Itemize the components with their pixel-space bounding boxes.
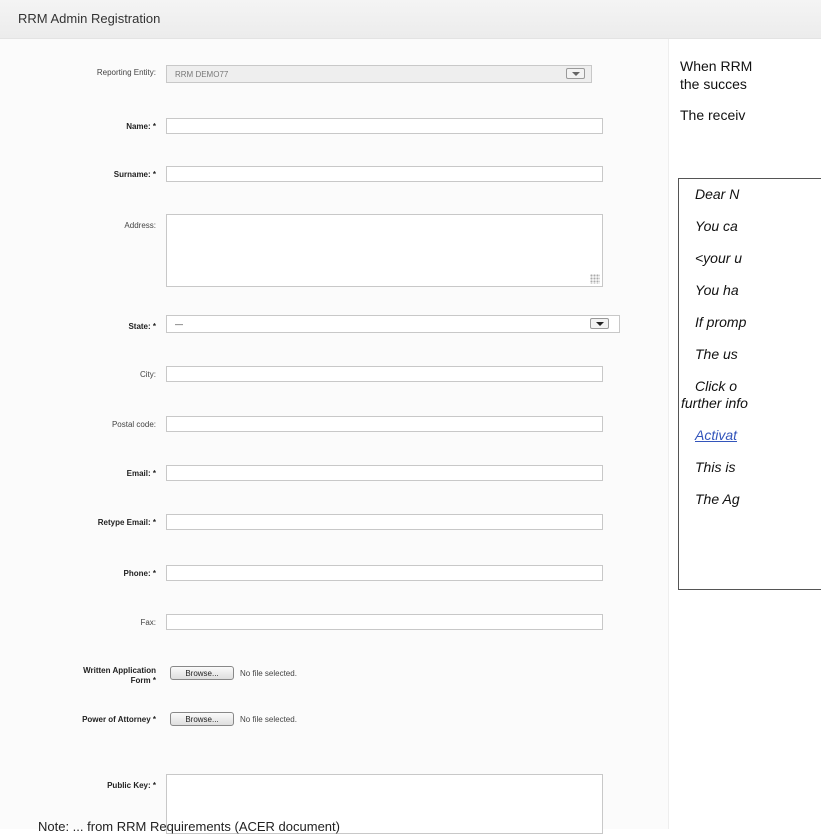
- email-line: further info: [681, 395, 748, 411]
- doc-intro-line1: When RRM: [680, 58, 753, 74]
- phone-input[interactable]: [166, 565, 603, 581]
- email-line: If promp: [695, 314, 747, 330]
- surname-label: Surname: *: [113, 170, 156, 179]
- phone-label: Phone: *: [123, 569, 156, 578]
- written-application-label: Written Application Form *: [8, 666, 156, 686]
- page-title: RRM Admin Registration: [18, 11, 161, 26]
- state-label: State: *: [128, 322, 156, 331]
- address-label: Address:: [124, 221, 156, 230]
- chevron-down-icon[interactable]: [590, 318, 609, 329]
- retype-email-input[interactable]: [166, 514, 603, 530]
- address-textarea[interactable]: [166, 214, 603, 287]
- email-line: The Ag: [695, 491, 740, 507]
- email-line: Click o: [695, 378, 738, 394]
- power-of-attorney-label: Power of Attorney *: [82, 715, 156, 724]
- state-value: —: [175, 320, 183, 329]
- bottom-note: Note: ... from RRM Requirements (ACER do…: [38, 819, 340, 834]
- email-line: You ha: [695, 282, 739, 298]
- surname-input[interactable]: [166, 166, 603, 182]
- city-input[interactable]: [166, 366, 603, 382]
- fax-label: Fax:: [140, 618, 156, 627]
- name-input[interactable]: [166, 118, 603, 134]
- power-of-attorney-file-status: No file selected.: [240, 715, 297, 724]
- doc-received-line: The receiv: [680, 107, 746, 123]
- email-label: Email: *: [126, 469, 156, 478]
- email-template-box: Dear N You ca <your u You ha If promp Th…: [678, 178, 821, 590]
- form-header: RRM Admin Registration: [0, 0, 821, 39]
- email-line: You ca: [695, 218, 738, 234]
- postal-code-input[interactable]: [166, 416, 603, 432]
- retype-email-label: Retype Email: *: [97, 518, 156, 527]
- reporting-entity-label: Reporting Entity:: [96, 68, 156, 77]
- postal-code-label: Postal code:: [111, 420, 156, 429]
- public-key-label: Public Key: *: [107, 781, 156, 790]
- reporting-entity-select: RRM DEMO77: [166, 65, 592, 83]
- city-label: City:: [140, 370, 156, 379]
- name-label: Name: *: [126, 122, 156, 131]
- reporting-entity-value: RRM DEMO77: [175, 70, 229, 79]
- email-line: <your u: [695, 250, 743, 266]
- email-line: This is: [695, 459, 736, 475]
- email-line: Dear N: [695, 186, 740, 202]
- activate-link[interactable]: Activat: [695, 427, 737, 443]
- written-application-browse-button[interactable]: Browse...: [170, 666, 234, 680]
- written-application-label-line2: Form *: [130, 676, 156, 685]
- written-application-file-status: No file selected.: [240, 669, 297, 678]
- state-select[interactable]: —: [166, 315, 620, 333]
- documentation-excerpt: When RRM the succes The receiv Dear N Yo…: [674, 52, 821, 652]
- written-application-label-line1: Written Application: [83, 666, 156, 675]
- chevron-down-icon: [566, 68, 585, 79]
- email-line: The us: [695, 346, 738, 362]
- email-input[interactable]: [166, 465, 603, 481]
- doc-intro-line2: the succes: [680, 76, 747, 92]
- resize-grip-icon[interactable]: [590, 274, 600, 284]
- fax-input[interactable]: [166, 614, 603, 630]
- power-of-attorney-browse-button[interactable]: Browse...: [170, 712, 234, 726]
